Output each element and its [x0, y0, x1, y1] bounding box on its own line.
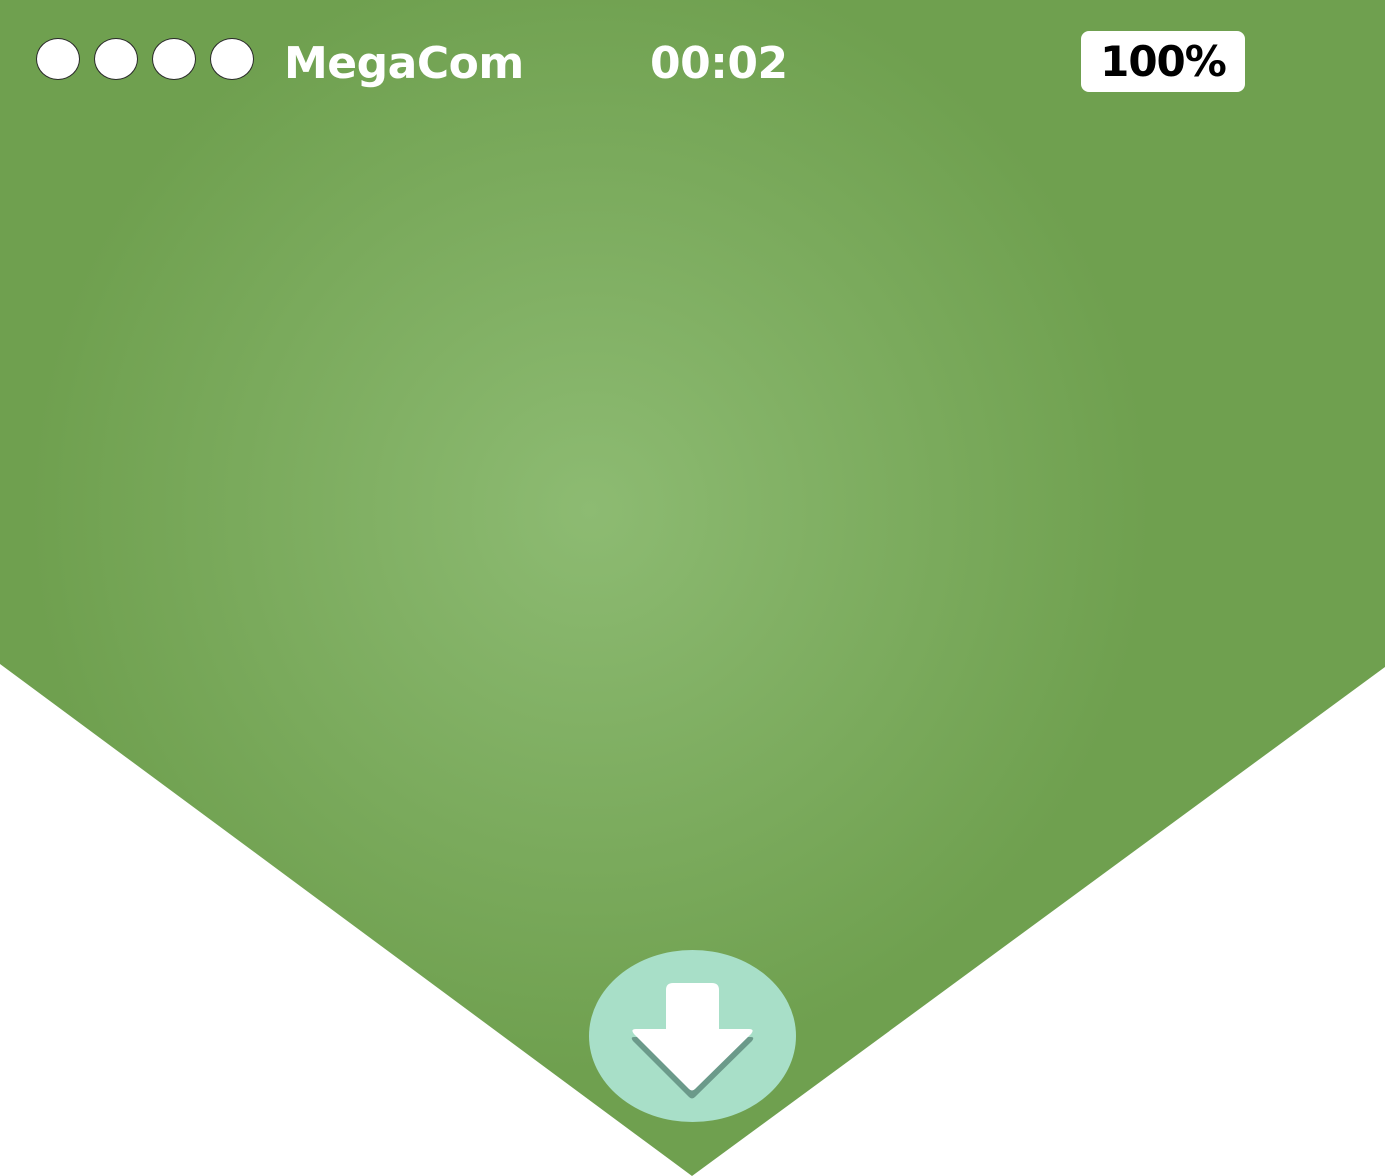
- status-time: 00:02: [650, 38, 788, 89]
- signal-dot-icon: [36, 38, 80, 80]
- download-arrow-icon: [589, 950, 796, 1122]
- signal-strength-indicator: [36, 38, 254, 80]
- download-screen: MegaCom 00:02 100%: [0, 0, 1385, 1176]
- signal-dot-icon: [94, 38, 138, 80]
- signal-dot-icon: [152, 38, 196, 80]
- carrier-name: MegaCom: [284, 38, 524, 89]
- download-button[interactable]: [589, 950, 796, 1122]
- signal-dot-icon: [210, 38, 254, 80]
- status-bar: MegaCom 00:02 100%: [0, 0, 1385, 120]
- battery-indicator: 100%: [1081, 31, 1245, 92]
